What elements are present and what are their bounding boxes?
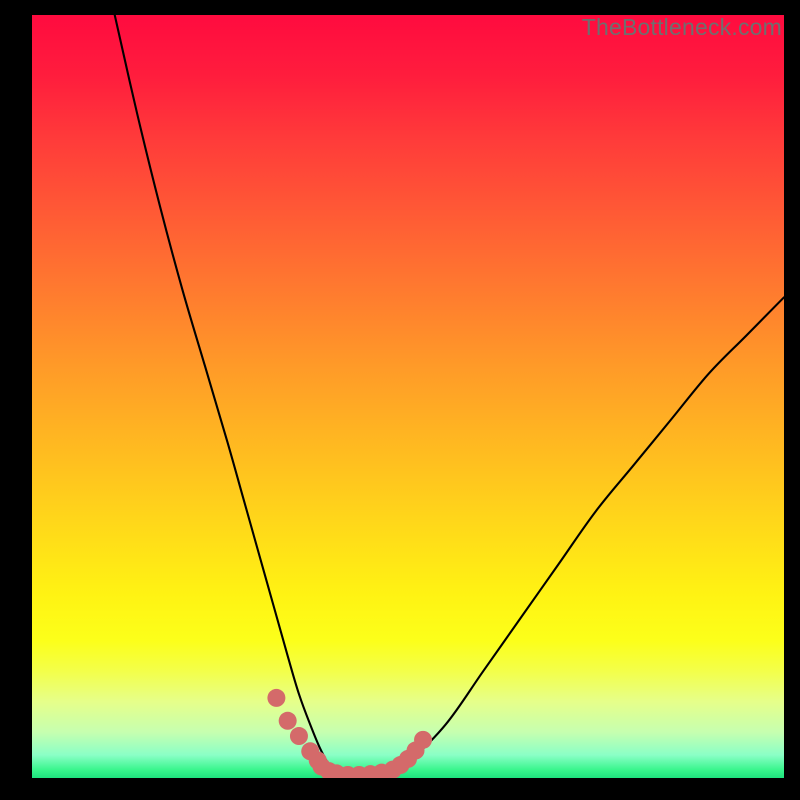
- chart-frame: TheBottleneck.com: [0, 0, 800, 800]
- marker-dot: [279, 712, 297, 730]
- marker-dot: [267, 689, 285, 707]
- chart-plot-area: [32, 15, 784, 778]
- chart-svg: [32, 15, 784, 778]
- watermark-text: TheBottleneck.com: [582, 14, 782, 41]
- series-bottleneck-curve: [115, 15, 784, 777]
- marker-dot: [290, 727, 308, 745]
- marker-dot: [414, 731, 432, 749]
- marker-layer: [267, 689, 432, 778]
- curve-layer: [115, 15, 784, 777]
